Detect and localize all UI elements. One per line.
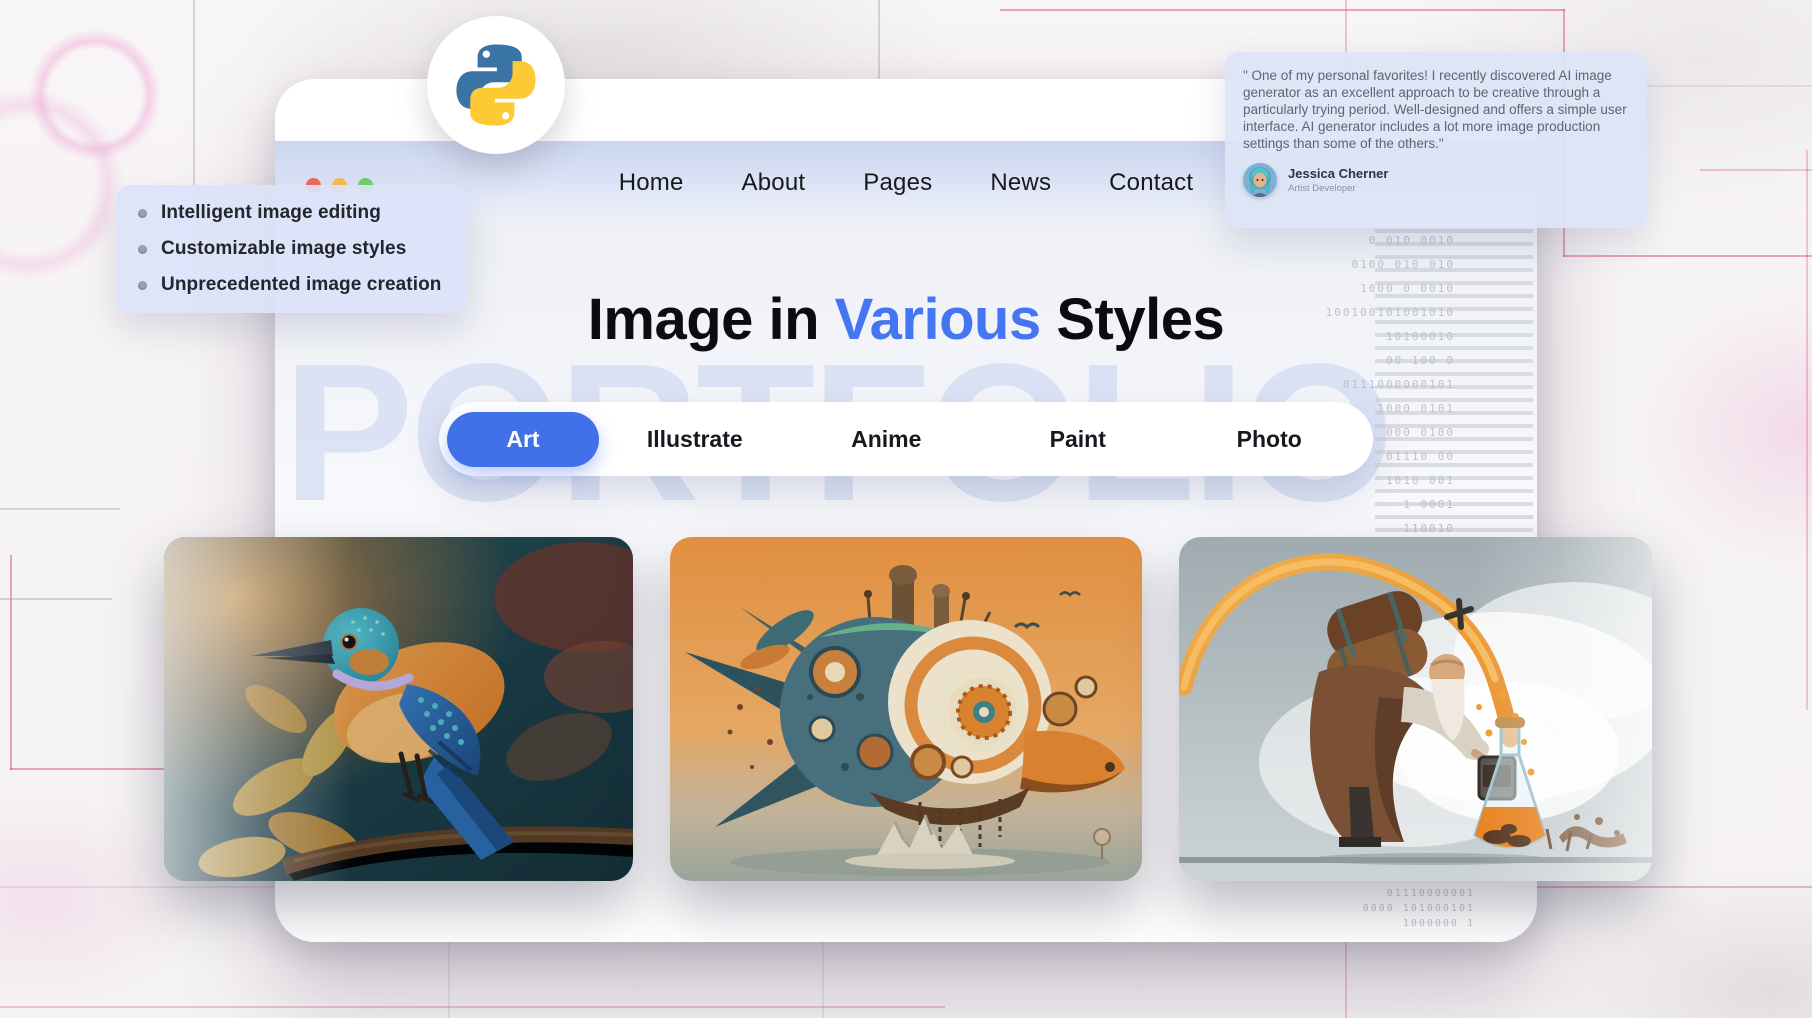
feature-item: Intelligent image editing [138, 202, 446, 224]
nav-item-contact[interactable]: Contact [1109, 169, 1193, 197]
page-title-suffix: Styles [1041, 287, 1225, 352]
fish-illustration [670, 537, 1142, 881]
bullet-icon [138, 245, 147, 254]
grid-line [10, 768, 175, 770]
person-name: Jessica Cherner [1288, 166, 1388, 181]
feature-item: Customizable image styles [138, 238, 446, 260]
grid-line [1806, 150, 1808, 710]
page-background: PORTFOLIO 0 010 0010 0100 010 010 1000 0… [0, 0, 1812, 1018]
feature-item: Unprecedented image creation [138, 274, 446, 296]
tab-photo[interactable]: Photo [1174, 412, 1366, 467]
feature-label: Unprecedented image creation [161, 274, 442, 296]
nav-item-pages[interactable]: Pages [863, 169, 932, 197]
page-title-prefix: Image in [588, 287, 835, 352]
testimonial-quote: " One of my personal favorites! I recent… [1243, 67, 1629, 152]
testimonial-person: Jessica Cherner Artist Developer [1243, 163, 1629, 197]
features-card: Intelligent image editing Customizable i… [116, 185, 468, 313]
avatar [1243, 163, 1277, 197]
grid-line [1000, 9, 1565, 11]
image-right-fade-overlay [1179, 537, 1652, 881]
bullet-icon [138, 281, 147, 290]
tab-art[interactable]: Art [447, 412, 599, 467]
grid-line [1563, 255, 1812, 257]
site-logo[interactable] [427, 16, 565, 154]
grid-line [1700, 169, 1812, 171]
style-tabs: Art Illustrate Anime Paint Photo [439, 402, 1373, 476]
person-meta: Jessica Cherner Artist Developer [1288, 166, 1388, 194]
avatar-illustration [1243, 163, 1277, 197]
gallery-image-fish[interactable] [670, 537, 1142, 881]
feature-label: Customizable image styles [161, 238, 406, 260]
grid-line [10, 555, 12, 770]
gallery-row [164, 537, 1649, 881]
nav-item-about[interactable]: About [742, 169, 806, 197]
image-left-fade-overlay [164, 537, 633, 881]
grid-line [0, 508, 120, 510]
tab-illustrate[interactable]: Illustrate [599, 412, 791, 467]
nav-item-home[interactable]: Home [619, 169, 684, 197]
tab-paint[interactable]: Paint [982, 412, 1174, 467]
grid-line [0, 598, 112, 600]
bullet-icon [138, 209, 147, 218]
gallery-image-alchemist[interactable] [1179, 537, 1652, 881]
tab-anime[interactable]: Anime [791, 412, 983, 467]
page-title-highlight: Various [835, 287, 1041, 352]
gallery-image-bird[interactable] [164, 537, 633, 881]
feature-label: Intelligent image editing [161, 202, 381, 224]
nav-item-news[interactable]: News [990, 169, 1051, 197]
grid-line [193, 0, 195, 185]
person-role: Artist Developer [1288, 183, 1388, 194]
python-icon [450, 39, 542, 131]
grid-line [0, 1006, 945, 1008]
testimonial-card: " One of my personal favorites! I recent… [1225, 52, 1647, 228]
